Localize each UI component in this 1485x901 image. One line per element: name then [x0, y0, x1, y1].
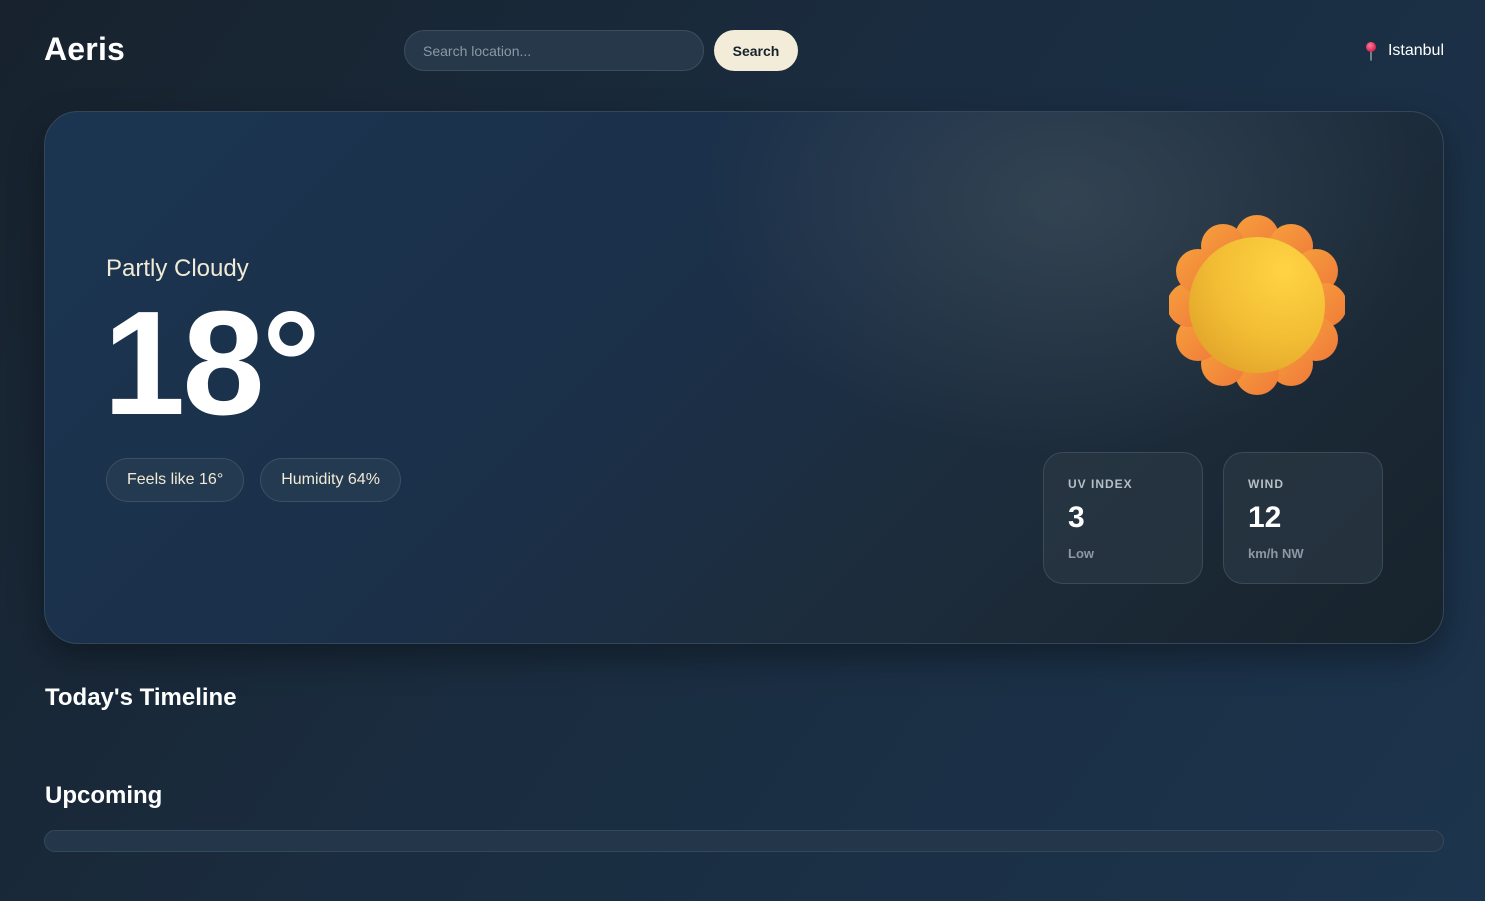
search-button[interactable]: Search — [714, 30, 798, 71]
weather-condition: Partly Cloudy — [106, 255, 249, 282]
upcoming-heading: Upcoming — [45, 782, 163, 809]
sun-icon — [1169, 214, 1345, 396]
wind-label: WIND — [1248, 477, 1284, 491]
wind-value: 12 — [1248, 501, 1282, 534]
uv-index-card: UV INDEX 3 Low — [1043, 452, 1203, 584]
current-temperature: 18° — [103, 281, 321, 446]
wind-unit-direction: km/h NW — [1248, 546, 1304, 561]
upcoming-forecast-container — [44, 830, 1444, 852]
timeline-heading: Today's Timeline — [45, 684, 237, 711]
weather-details-pills: Feels like 16° Humidity 64% — [106, 458, 401, 502]
uv-index-label: UV INDEX — [1068, 477, 1133, 491]
search-input[interactable] — [404, 30, 704, 71]
uv-index-level: Low — [1068, 546, 1094, 561]
uv-index-value: 3 — [1068, 501, 1085, 534]
humidity-pill: Humidity 64% — [260, 458, 401, 502]
app-logo: Aeris — [44, 31, 126, 67]
wind-card: WIND 12 km/h NW — [1223, 452, 1383, 584]
app-header: Aeris Search Istanbul — [0, 0, 1485, 100]
feels-like-pill: Feels like 16° — [106, 458, 245, 502]
map-pin-icon — [1365, 42, 1376, 61]
current-location[interactable]: Istanbul — [1364, 40, 1444, 62]
current-weather-card: Partly Cloudy 18° Feels like 16° Humidit… — [44, 111, 1444, 644]
location-name: Istanbul — [1387, 42, 1444, 59]
